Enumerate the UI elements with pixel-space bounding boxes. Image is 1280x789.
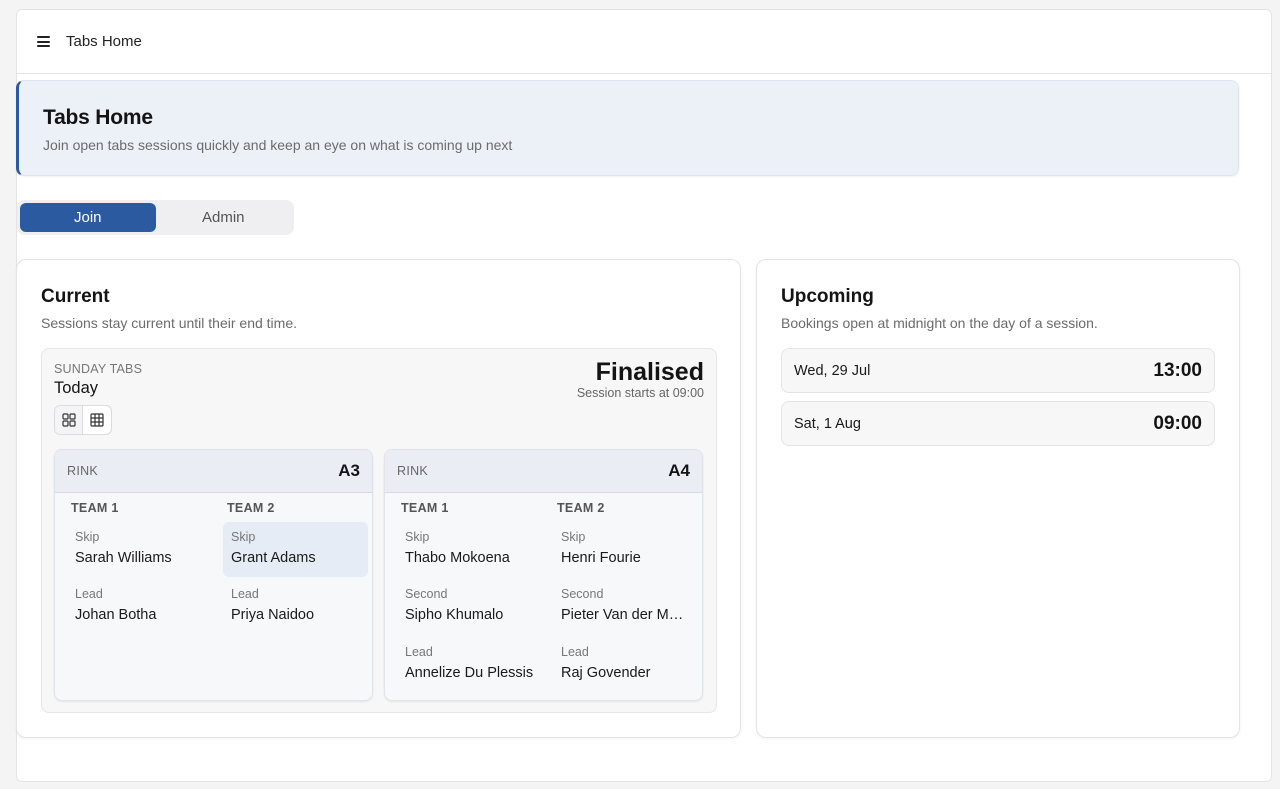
player-slot[interactable]: Lead Johan Botha (67, 579, 212, 634)
current-card: Current Sessions stay current until thei… (16, 259, 741, 738)
player-position: Skip (75, 530, 100, 544)
rink-label: RINK (397, 464, 429, 478)
upcoming-date: Sat, 1 Aug (794, 415, 861, 432)
view-switcher (54, 405, 112, 435)
session-status: Finalised (595, 358, 704, 386)
player-slot[interactable]: Lead Priya Naidoo (223, 579, 368, 634)
rink-label: RINK (67, 464, 99, 478)
player-slot[interactable]: Skip Thabo Mokoena (397, 522, 542, 577)
session-day: Today (54, 379, 99, 397)
player-name: Sarah Williams (75, 550, 172, 566)
team-heading: TEAM 1 (71, 501, 119, 515)
player-slot[interactable]: Lead Annelize Du Plessis (397, 637, 542, 692)
player-name: Sipho Khumalo (405, 607, 504, 623)
upcoming-session-item[interactable]: Wed, 29 Jul 13:00 (781, 348, 1215, 393)
page-title: Tabs Home (43, 106, 153, 129)
admin-tab[interactable]: Admin (156, 203, 292, 232)
upcoming-card: Upcoming Bookings open at midnight on th… (756, 259, 1240, 738)
top-bar: Tabs Home (17, 10, 1271, 74)
upcoming-title: Upcoming (781, 286, 874, 307)
session-start-time: Session starts at 09:00 (576, 386, 704, 400)
player-name: Johan Botha (75, 607, 157, 623)
hamburger-menu-icon[interactable] (37, 36, 50, 47)
team-heading: TEAM 2 (227, 501, 275, 515)
rink-card-a4: RINK A4 TEAM 1 Skip Thabo Mokoena Second… (384, 449, 703, 701)
rink-card-a3: RINK A3 TEAM 1 Skip Sarah Williams Lead … (54, 449, 373, 701)
session-panel: SUNDAY TABS Today Finalised Session star… (41, 348, 717, 713)
upcoming-time: 13:00 (1153, 359, 1202, 381)
join-tab[interactable]: Join (20, 203, 156, 232)
player-position: Lead (231, 587, 259, 601)
upcoming-date: Wed, 29 Jul (794, 362, 871, 379)
upcoming-time: 09:00 (1153, 412, 1202, 434)
player-position: Lead (405, 645, 433, 659)
player-name: Grant Adams (231, 550, 316, 566)
topbar-title: Tabs Home (66, 33, 142, 50)
current-title: Current (41, 286, 110, 307)
player-slot-highlighted[interactable]: Skip Grant Adams (223, 522, 368, 577)
player-slot[interactable]: Second Pieter Van der Mer... (553, 579, 698, 634)
current-subtitle: Sessions stay current until their end ti… (41, 315, 298, 331)
player-slot[interactable]: Lead Raj Govender (553, 637, 698, 692)
table-view-icon[interactable] (83, 406, 111, 434)
rink-header: RINK A3 (55, 450, 372, 493)
hero-banner: Tabs Home Join open tabs sessions quickl… (16, 80, 1239, 176)
rink-code: A4 (668, 461, 690, 480)
player-name: Thabo Mokoena (405, 550, 510, 566)
page-subtitle: Join open tabs sessions quickly and keep… (43, 137, 513, 153)
grid-view-icon[interactable] (55, 406, 84, 434)
player-name: Raj Govender (561, 665, 651, 681)
team-heading: TEAM 1 (401, 501, 449, 515)
mode-toggle: Join Admin (17, 200, 294, 235)
player-name: Pieter Van der Mer... (561, 607, 690, 623)
player-position: Skip (561, 530, 586, 544)
player-name: Henri Fourie (561, 550, 641, 566)
player-slot[interactable]: Skip Sarah Williams (67, 522, 212, 577)
rink-header: RINK A4 (385, 450, 702, 493)
player-position: Second (405, 587, 448, 601)
player-position: Skip (405, 530, 430, 544)
upcoming-session-item[interactable]: Sat, 1 Aug 09:00 (781, 401, 1215, 446)
player-position: Lead (75, 587, 103, 601)
upcoming-subtitle: Bookings open at midnight on the day of … (781, 315, 1098, 331)
session-label: SUNDAY TABS (54, 362, 143, 376)
team-heading: TEAM 2 (557, 501, 605, 515)
rink-code: A3 (338, 461, 360, 480)
player-name: Annelize Du Plessis (405, 665, 534, 681)
player-name: Priya Naidoo (231, 607, 315, 623)
player-position: Lead (561, 645, 589, 659)
player-position: Second (561, 587, 604, 601)
player-slot[interactable]: Second Sipho Khumalo (397, 579, 542, 634)
player-slot[interactable]: Skip Henri Fourie (553, 522, 698, 577)
player-position: Skip (231, 530, 256, 544)
